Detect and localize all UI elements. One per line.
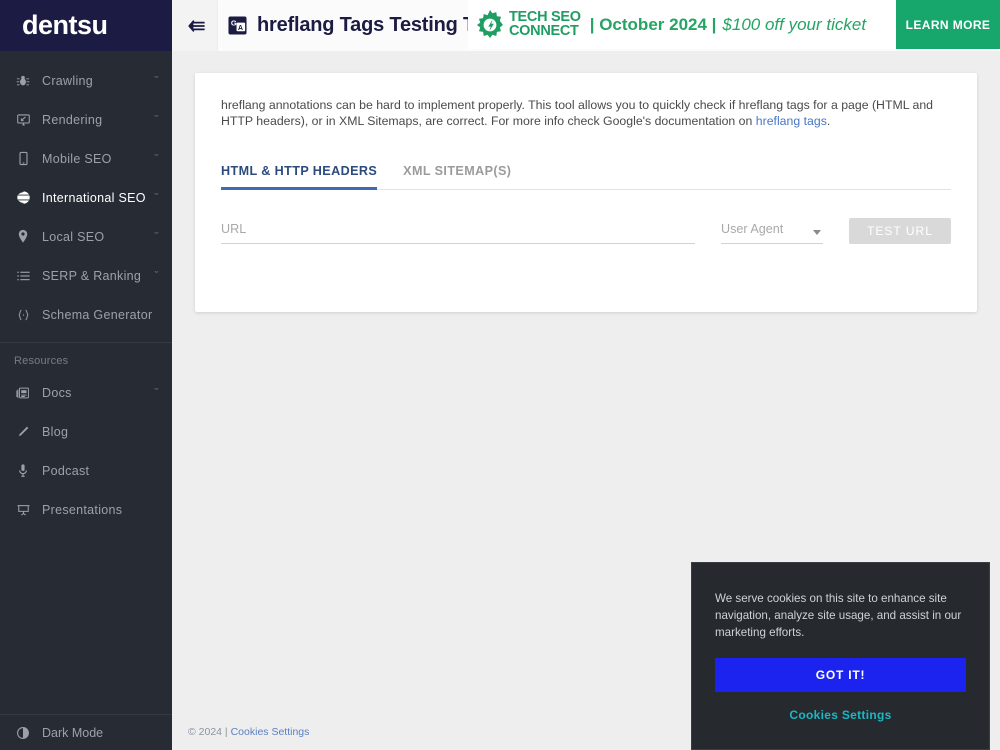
tool-description: hreflang annotations can be hard to impl… bbox=[195, 73, 977, 130]
sidebar-item-docs[interactable]: Docs ˇ bbox=[0, 373, 172, 412]
bug-icon bbox=[12, 72, 34, 90]
url-input[interactable] bbox=[221, 221, 695, 244]
brand-logo[interactable]: dentsu bbox=[0, 0, 172, 51]
sidebar-item-label: Schema Generator bbox=[42, 307, 153, 322]
svg-text:G: G bbox=[231, 19, 237, 28]
svg-text:A: A bbox=[238, 24, 243, 32]
chevron-down-icon: ˇ bbox=[154, 114, 159, 124]
sidebar-resources-heading: Resources bbox=[14, 355, 69, 367]
globe-icon bbox=[12, 189, 34, 207]
sidebar-item-label: SERP & Ranking bbox=[42, 268, 142, 283]
sidebar-item-mobile-seo[interactable]: Mobile SEO ˇ bbox=[0, 139, 172, 178]
sidebar-item-label: Blog bbox=[42, 424, 69, 439]
chevron-down-icon: ˇ bbox=[154, 270, 159, 280]
contrast-icon bbox=[12, 724, 34, 742]
promo-content: TECH SEO CONNECT | October 2024 | $100 o… bbox=[468, 0, 896, 49]
promo-offer: $100 off your ticket bbox=[722, 14, 867, 34]
sidebar-item-podcast[interactable]: Podcast bbox=[0, 451, 172, 490]
sidebar-item-label: Crawling bbox=[42, 73, 94, 88]
footer-copyright: © 2024 | bbox=[188, 726, 228, 738]
map-pin-icon bbox=[12, 228, 34, 246]
promo-banner: TECH SEO CONNECT | October 2024 | $100 o… bbox=[468, 0, 1000, 49]
cookie-consent-banner: We serve cookies on this site to enhance… bbox=[691, 562, 990, 750]
pencil-icon bbox=[12, 423, 34, 441]
tech-seo-connect-gear-icon bbox=[472, 7, 508, 43]
cookie-settings-link[interactable]: Cookies Settings bbox=[715, 708, 966, 722]
sidebar-item-blog[interactable]: Blog bbox=[0, 412, 172, 451]
sidebar-item-serp-ranking[interactable]: SERP & Ranking ˇ bbox=[0, 256, 172, 295]
dark-mode-toggle[interactable]: Dark Mode bbox=[0, 714, 172, 750]
sidebar-item-international-seo[interactable]: International SEO ˇ bbox=[0, 178, 172, 217]
hreflang-tags-link[interactable]: hreflang tags bbox=[756, 114, 827, 128]
user-agent-field-wrapper bbox=[721, 220, 823, 244]
microphone-icon bbox=[12, 462, 34, 480]
google-translate-icon: G A bbox=[228, 16, 247, 35]
tab-html-http-headers[interactable]: HTML & HTTP HEADERS bbox=[221, 152, 377, 190]
sidebar-item-crawling[interactable]: Crawling ˇ bbox=[0, 61, 172, 100]
sidebar: dentsu Crawling ˇ Rendering ˇ Mobile SEO… bbox=[0, 0, 172, 750]
tab-xml-sitemaps[interactable]: XML SITEMAP(S) bbox=[403, 152, 511, 190]
app-root: dentsu Crawling ˇ Rendering ˇ Mobile SEO… bbox=[0, 0, 1000, 750]
tech-seo-connect-wordmark: TECH SEO CONNECT bbox=[509, 10, 581, 39]
footer-cookies-settings-link[interactable]: Cookies Settings bbox=[231, 726, 310, 738]
sidebar-item-label: Podcast bbox=[42, 463, 90, 478]
cookie-message: We serve cookies on this site to enhance… bbox=[715, 592, 962, 639]
sidebar-item-label: Presentations bbox=[42, 502, 123, 517]
dark-mode-label: Dark Mode bbox=[42, 725, 104, 740]
wordmark-line-2: CONNECT bbox=[509, 22, 579, 39]
presentation-icon bbox=[12, 501, 34, 519]
chevron-down-icon: ˇ bbox=[154, 231, 159, 241]
sidebar-nav: Crawling ˇ Rendering ˇ Mobile SEO ˇ Inte… bbox=[0, 51, 172, 714]
promo-date: | October 2024 | bbox=[589, 14, 717, 34]
sidebar-item-presentations[interactable]: Presentations bbox=[0, 490, 172, 529]
chevron-down-icon: ˇ bbox=[154, 387, 159, 397]
url-field-wrapper bbox=[221, 220, 695, 244]
sidebar-item-schema-generator[interactable]: Schema Generator bbox=[0, 295, 172, 334]
learn-more-button[interactable]: LEARN MORE bbox=[896, 0, 1000, 49]
chevron-down-icon: ˇ bbox=[154, 153, 159, 163]
test-form: TEST URL bbox=[221, 217, 951, 244]
mobile-icon bbox=[12, 150, 34, 168]
sidebar-item-local-seo[interactable]: Local SEO ˇ bbox=[0, 217, 172, 256]
hreflang-tool-card: hreflang annotations can be hard to impl… bbox=[195, 73, 977, 312]
sidebar-item-label: Rendering bbox=[42, 112, 103, 127]
list-icon bbox=[12, 267, 34, 285]
description-text-part2: . bbox=[826, 114, 831, 129]
code-braces-icon bbox=[12, 306, 34, 324]
sidebar-item-label: International SEO bbox=[42, 190, 146, 205]
chevron-down-icon: ˇ bbox=[154, 192, 159, 202]
sidebar-item-label: Docs bbox=[42, 385, 72, 400]
sidebar-item-rendering[interactable]: Rendering ˇ bbox=[0, 100, 172, 139]
sidebar-item-label: Mobile SEO bbox=[42, 151, 112, 166]
brand-name: dentsu bbox=[22, 10, 108, 40]
book-icon bbox=[12, 384, 34, 402]
chevron-down-icon: ˇ bbox=[154, 75, 159, 85]
monitor-icon bbox=[12, 111, 34, 129]
sidebar-item-label: Local SEO bbox=[42, 229, 105, 244]
menu-fold-icon[interactable] bbox=[172, 0, 218, 51]
test-url-button[interactable]: TEST URL bbox=[849, 217, 951, 244]
tool-tabs: HTML & HTTP HEADERS XML SITEMAP(S) bbox=[221, 152, 951, 190]
user-agent-select[interactable] bbox=[721, 221, 823, 244]
cookie-accept-button[interactable]: GOT IT! bbox=[715, 658, 966, 693]
page-title: hreflang Tags Testing Tool bbox=[257, 14, 503, 36]
